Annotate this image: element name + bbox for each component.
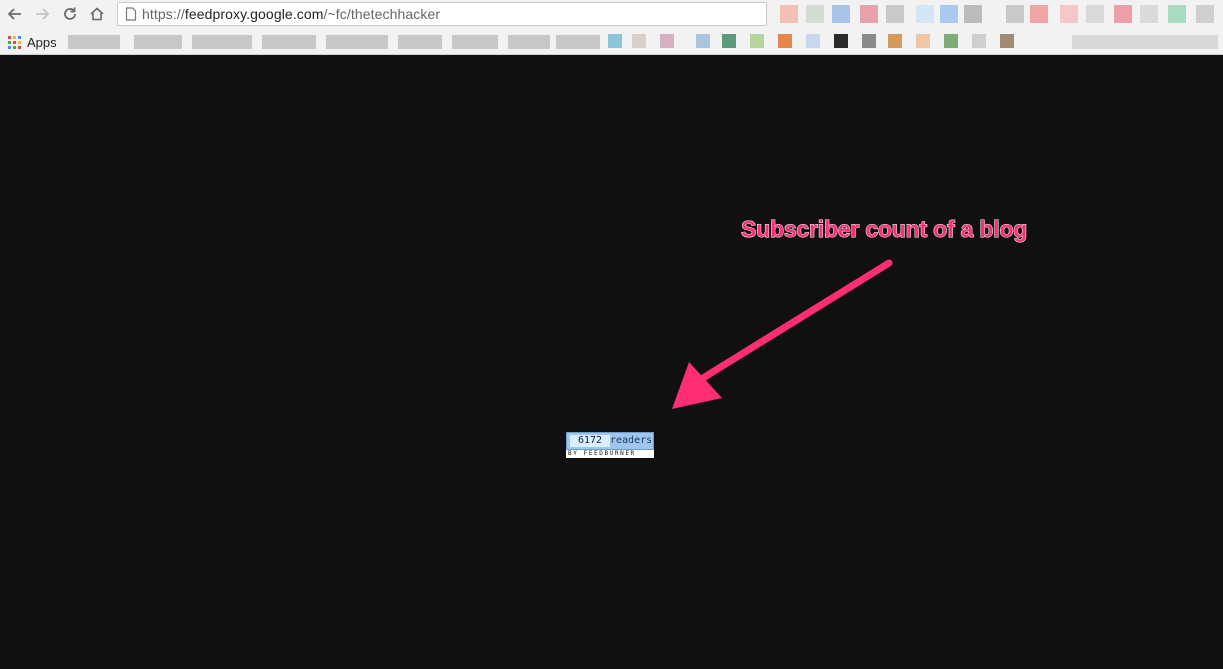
annotation-arrow (672, 259, 893, 409)
subscriber-count: 6172 (570, 435, 610, 447)
subscriber-label: readers (610, 435, 653, 446)
badge-count-bar: 6172 readers (566, 432, 654, 450)
feedburner-badge[interactable]: 6172 readers BY FEEDBURNER (566, 432, 654, 458)
badge-footer: BY FEEDBURNER (566, 450, 654, 458)
annotation-text: Subscriber count of a blog (740, 216, 1028, 243)
